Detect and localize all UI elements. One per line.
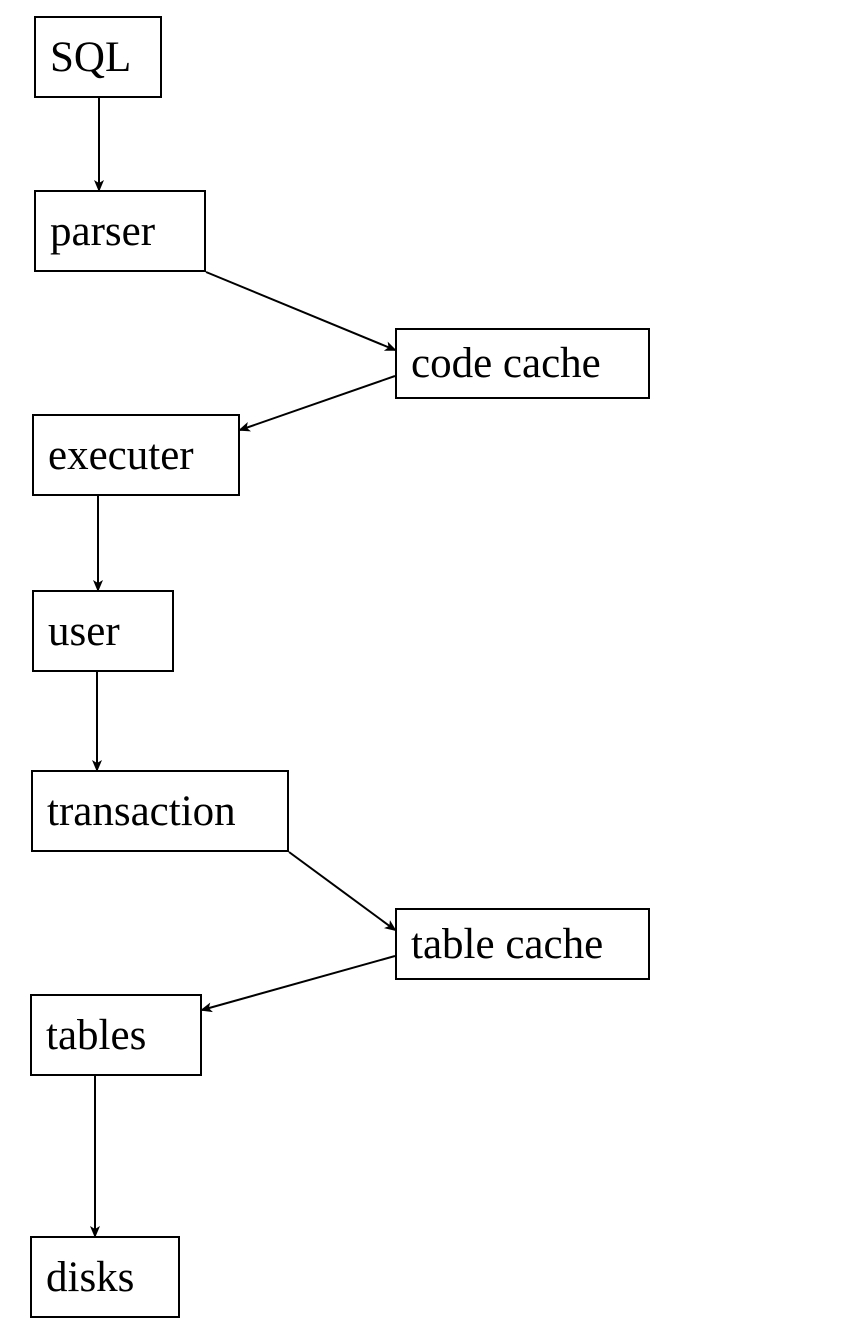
edge-code_cache-to-executer	[240, 376, 395, 430]
node-tables: tables	[30, 994, 202, 1076]
node-label: transaction	[47, 787, 236, 836]
node-label: parser	[50, 207, 155, 256]
node-label: disks	[46, 1253, 134, 1302]
edge-table_cache-to-tables	[202, 956, 395, 1010]
node-table-cache: table cache	[395, 908, 650, 980]
diagram-container: SQL parser code cache executer user tran…	[0, 0, 845, 1340]
node-user: user	[32, 590, 174, 672]
node-label: executer	[48, 431, 194, 480]
node-parser: parser	[34, 190, 206, 272]
node-label: table cache	[411, 920, 603, 969]
edge-transaction-to-table_cache	[289, 852, 395, 930]
node-label: user	[48, 607, 120, 656]
node-code-cache: code cache	[395, 328, 650, 399]
node-label: SQL	[50, 33, 131, 82]
node-transaction: transaction	[31, 770, 289, 852]
node-label: code cache	[411, 339, 601, 388]
node-disks: disks	[30, 1236, 180, 1318]
node-sql: SQL	[34, 16, 162, 98]
edge-parser-to-code_cache	[206, 272, 395, 350]
node-label: tables	[46, 1011, 146, 1060]
node-executer: executer	[32, 414, 240, 496]
